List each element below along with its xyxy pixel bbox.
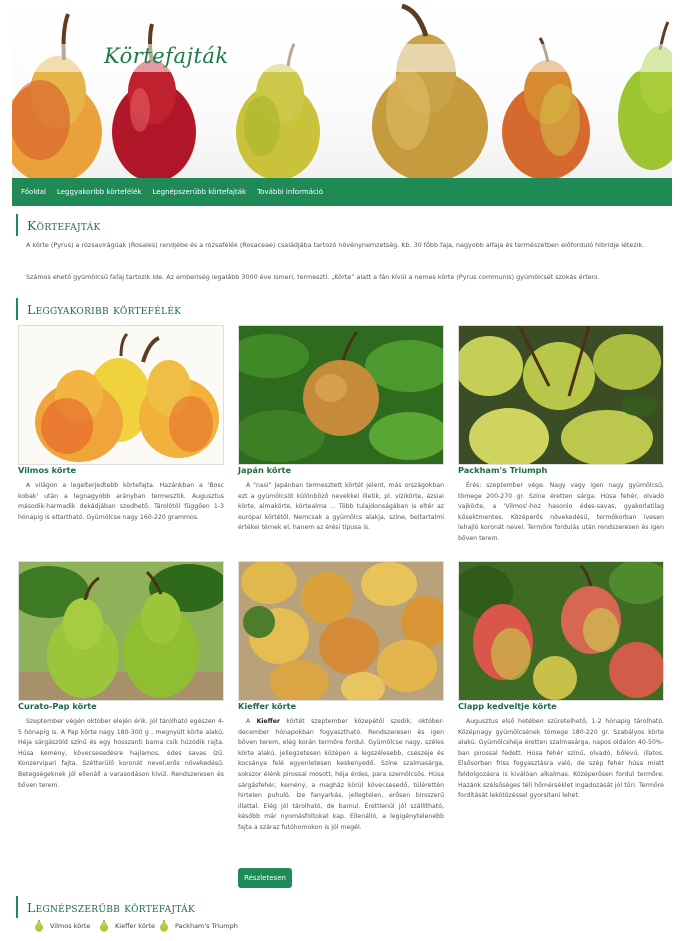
popular-item-label: Vilmos körte — [50, 922, 91, 930]
intro-paragraph-1: A körte (Pyrus) a rózsavirágúak (Rosales… — [26, 241, 645, 249]
kieffer-bold-name: Kieffer — [256, 718, 280, 725]
nav-item-leggyakoribb[interactable]: Leggyakoribb körtefélék — [57, 188, 142, 196]
kieffer-pear-image — [238, 561, 444, 701]
card-title-packham[interactable]: Packham's Triumph — [458, 465, 547, 475]
clapp-pear-image — [458, 561, 664, 701]
intro-paragraph-2: Számos ehető gyümölcsű fafaj tartozik id… — [26, 273, 600, 281]
pear-icon — [100, 920, 108, 932]
card-title-kieffer[interactable]: Kieffer körte — [238, 701, 296, 711]
pear-icon — [160, 920, 168, 932]
vilmos-pear-image — [18, 325, 224, 465]
card-text-packham: Érés: szeptember vége. Nagy vagy igen na… — [458, 482, 664, 542]
card-text-curato-pap: Szeptember végén október elején érik. Jó… — [18, 718, 224, 789]
nav-item-tovabbi-informacio[interactable]: További információ — [257, 188, 323, 196]
popular-item-vilmos[interactable]: Vilmos körte — [34, 920, 90, 932]
pear-icon — [35, 920, 43, 932]
main-nav: Főoldal Leggyakoribb körtefélék Legnépsz… — [12, 178, 672, 206]
kieffer-text-pre: A — [246, 718, 257, 725]
card-text-clapp: Augusztus első hetében szüretelhető, 1-2… — [458, 718, 664, 800]
intro-heading: Körtefajták — [16, 214, 101, 236]
card-title-vilmos[interactable]: Vilmos körte — [18, 465, 76, 475]
curato-pap-pear-image — [18, 561, 224, 701]
card-text-vilmos: A világon a legelterjedtebb körtefajta. … — [18, 482, 224, 521]
nav-item-fooldal[interactable]: Főoldal — [21, 188, 46, 196]
card-text-kieffer: A Kieffer körtét szeptember közepétől sz… — [238, 717, 444, 834]
card-title-japan[interactable]: Japán körte — [238, 465, 291, 475]
details-button[interactable]: Részletesen — [238, 868, 292, 888]
popular-item-label: Packham's Triumph — [175, 922, 238, 930]
site-title: Körtefajták — [104, 44, 229, 68]
pear-banner-image — [12, 3, 672, 178]
packham-pear-image — [458, 325, 664, 465]
popular-item-packham[interactable]: Packham's Triumph — [159, 920, 238, 932]
common-heading: Leggyakoribb körtefélék — [16, 298, 181, 320]
card-title-curato-pap[interactable]: Curato-Pap körte — [18, 701, 97, 711]
kieffer-text-post: körtét szeptember közepétől szedik, októ… — [238, 718, 444, 831]
card-text-japan: A "nasi" Japánban termesztett körtét jel… — [238, 482, 444, 532]
japan-pear-image — [238, 325, 444, 465]
page: Körtefajták Főoldal Leggyakoribb körtefé… — [0, 0, 680, 941]
popular-item-kieffer[interactable]: Kieffer körte — [99, 920, 155, 932]
header-banner: Körtefajták — [12, 0, 672, 178]
popular-heading: Legnépszerűbb körtefajták — [16, 896, 195, 918]
card-title-clapp[interactable]: Clapp kedveltje körte — [458, 701, 557, 711]
nav-item-legnepszerubb[interactable]: Legnépszerűbb körtefajták — [153, 188, 247, 196]
popular-item-label: Kieffer körte — [115, 922, 156, 930]
